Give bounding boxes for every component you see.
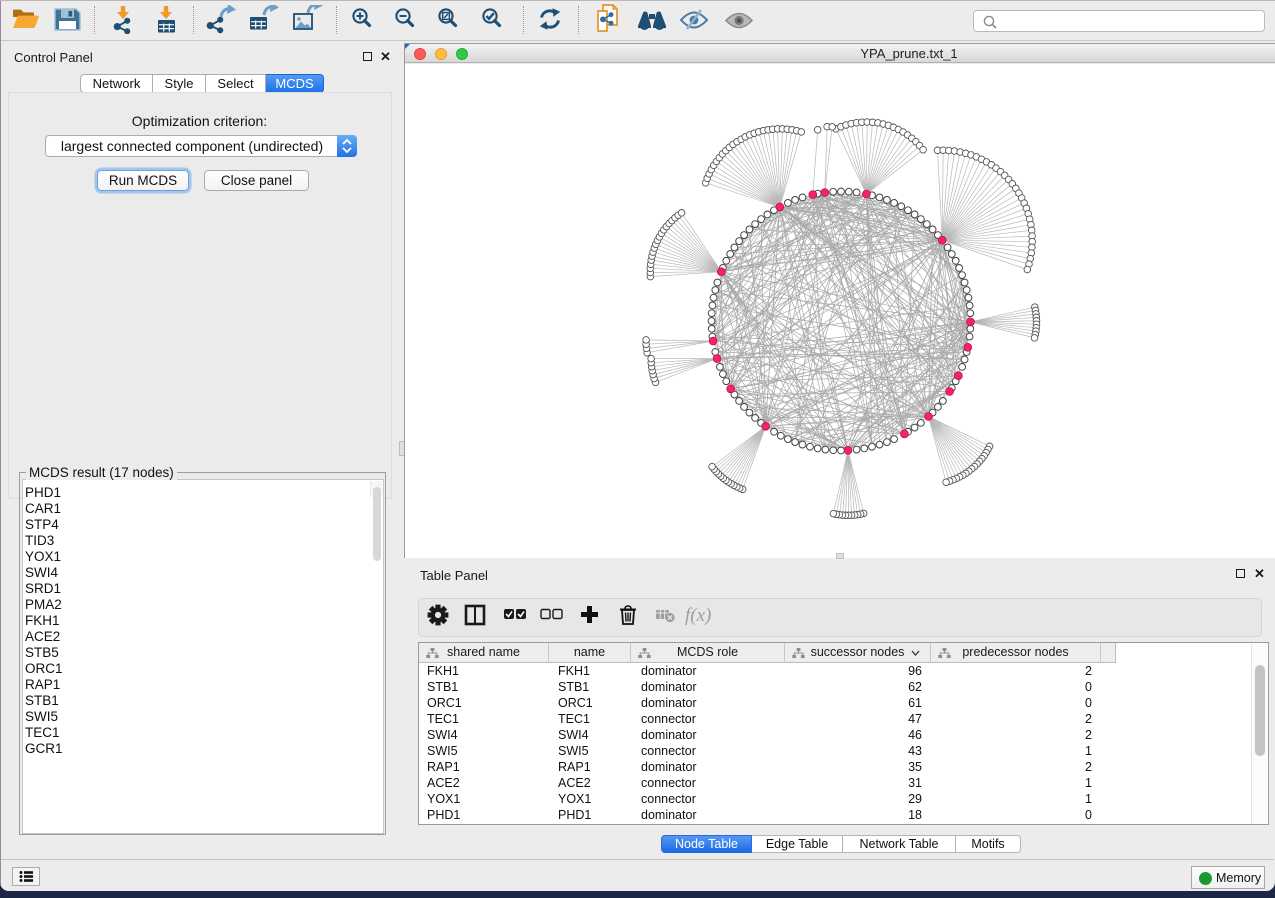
svg-text:f(x): f(x) [685,605,711,626]
